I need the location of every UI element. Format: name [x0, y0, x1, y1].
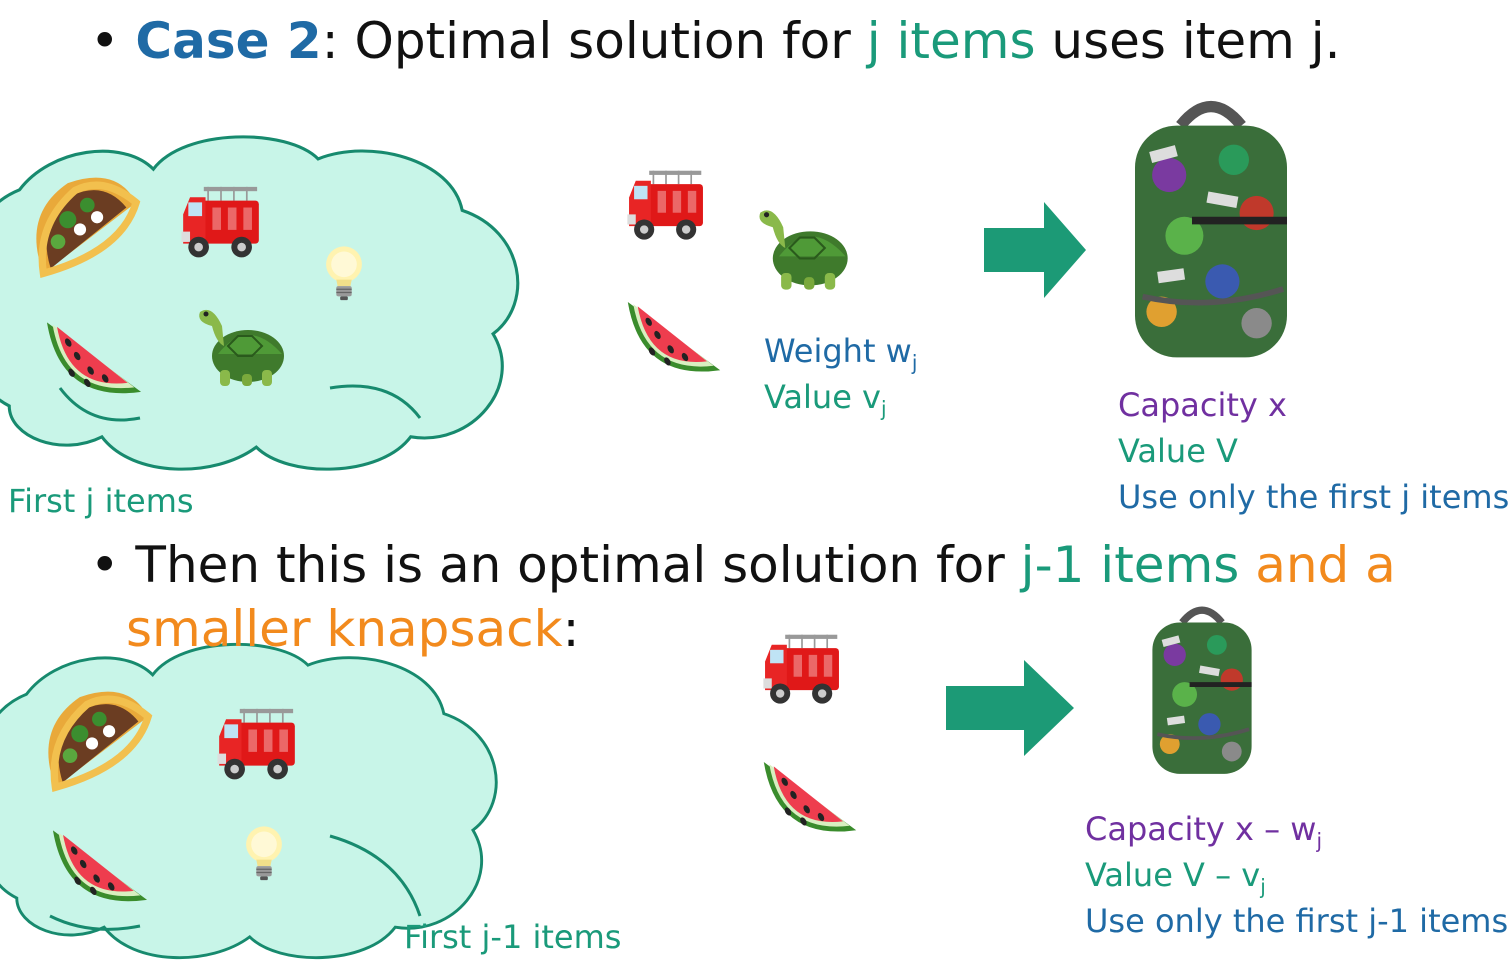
fire-truck-icon — [216, 707, 296, 781]
bottom-bag-capacity-text: Capacity x – w — [1085, 810, 1317, 848]
right-arrow-icon — [984, 202, 1086, 298]
fire-truck-icon — [762, 633, 840, 705]
top-bag-value: Value V — [1118, 432, 1238, 470]
item-weight-sub: j — [911, 350, 918, 375]
bottom-bag-value-sub: j — [1260, 874, 1266, 899]
then-j1-items: j-1 items — [1020, 536, 1240, 594]
then-heading-line2: smaller knapsack: — [126, 604, 579, 654]
lightbulb-icon — [245, 825, 283, 882]
item-weight-text: Weight w — [764, 332, 912, 370]
item-value-label: Value vj — [764, 374, 887, 423]
bottom-bag-value: Value V – vj — [1085, 852, 1266, 901]
then-colon: : — [562, 600, 580, 658]
case-j-items: j items — [866, 12, 1036, 70]
case-label: Case 2 — [135, 12, 322, 70]
backpack-icon — [1116, 92, 1306, 372]
case-rest: uses item j. — [1035, 12, 1341, 70]
then-smaller-knapsack: smaller knapsack — [126, 600, 563, 658]
bottom-bag-value-text: Value V – v — [1085, 856, 1261, 894]
top-bag-rule: Use only the first j items — [1118, 478, 1510, 516]
bottom-bag-capacity: Capacity x – wj — [1085, 806, 1322, 855]
taco-icon — [12, 166, 148, 288]
then-and-a: and a — [1239, 536, 1396, 594]
watermelon-icon — [46, 322, 142, 394]
top-bag-capacity: Capacity x — [1118, 386, 1287, 424]
bottom-bag-capacity-sub: j — [1316, 828, 1323, 853]
bottom-bag-rule: Use only the first j-1 items. — [1085, 902, 1510, 940]
item-value-sub: j — [880, 396, 887, 421]
then-text: Then this is an optimal solution for — [135, 536, 1021, 594]
bullet: • — [90, 12, 120, 70]
top-cloud-label: First j items — [8, 482, 194, 520]
case-colon-text: : Optimal solution for — [321, 12, 867, 70]
watermelon-icon — [763, 762, 857, 832]
watermelon-icon — [627, 302, 721, 372]
bottom-cloud-label: First j-1 items — [404, 918, 622, 956]
then-heading: • Then this is an optimal solution for j… — [90, 540, 1396, 590]
fire-truck-icon — [180, 185, 260, 259]
backpack-icon — [1140, 600, 1264, 784]
turtle-icon — [758, 209, 849, 291]
taco-icon — [24, 680, 160, 802]
turtle-icon — [198, 308, 286, 388]
item-weight-label: Weight wj — [764, 328, 917, 377]
right-arrow-icon — [946, 660, 1074, 756]
item-value-text: Value v — [764, 378, 881, 416]
case-heading: • Case 2: Optimal solution for j items u… — [90, 16, 1341, 66]
watermelon-icon — [52, 830, 148, 902]
fire-truck-icon — [626, 169, 704, 241]
lightbulb-icon — [325, 245, 363, 302]
bullet: • — [90, 536, 120, 594]
